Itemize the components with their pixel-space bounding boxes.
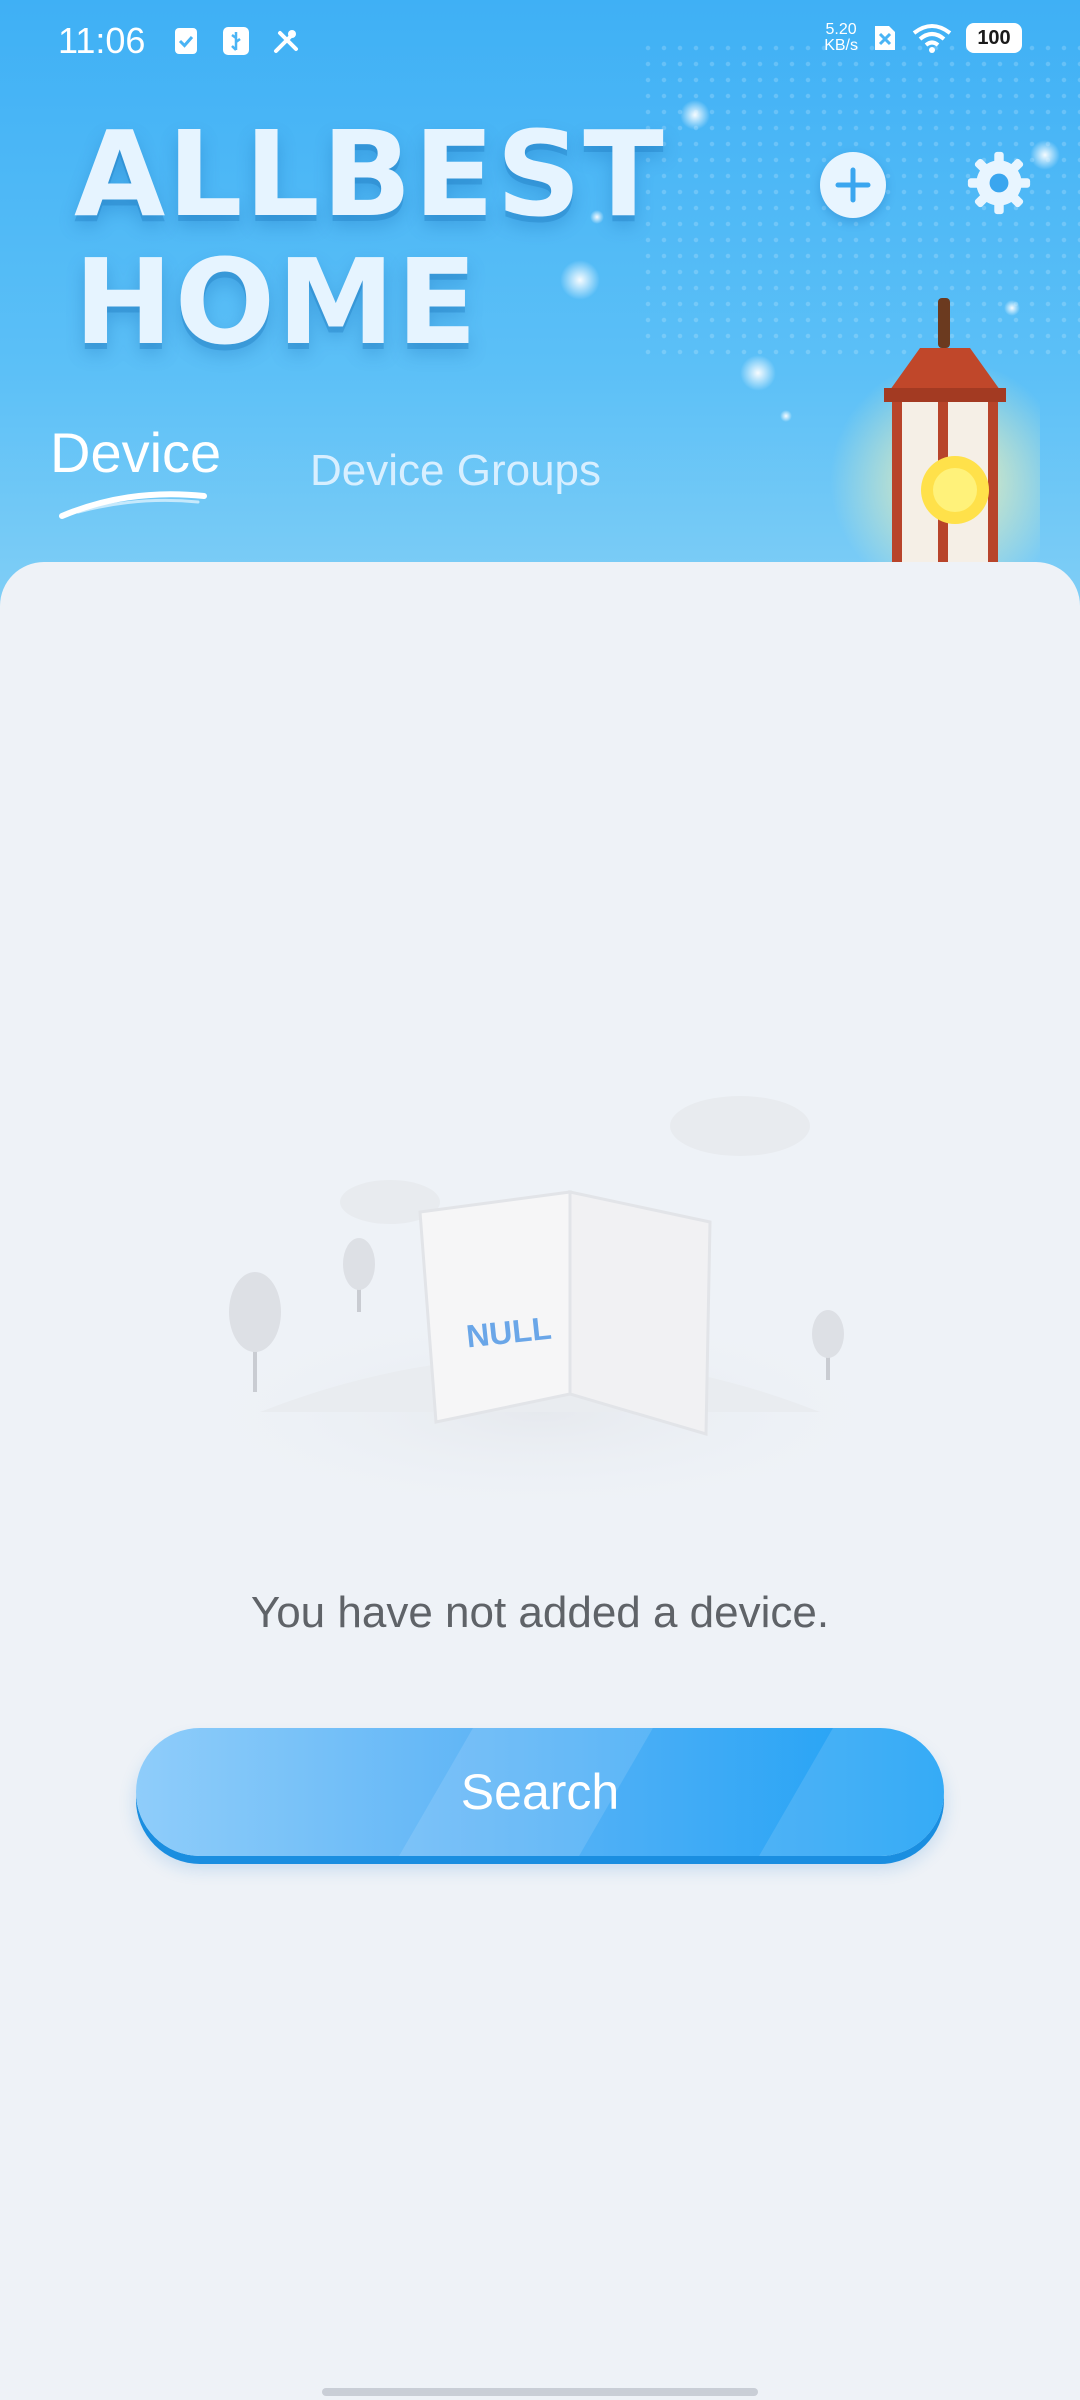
checklist-icon: [175, 28, 197, 54]
search-button-label: Search: [460, 1764, 620, 1820]
button-shine-decoration: [759, 1728, 944, 1856]
sparkle-decoration: [680, 100, 710, 130]
settings-button[interactable]: [966, 150, 1032, 216]
gear-icon: [967, 151, 1031, 215]
sim-off-icon: [875, 26, 895, 50]
empty-state-message: You have not added a device.: [250, 1588, 830, 1637]
network-speed: 5.20 KB/s: [824, 22, 858, 54]
network-speed-unit: KB/s: [824, 37, 858, 54]
tab-device-groups[interactable]: Device Groups: [310, 446, 601, 496]
status-icons-left: [170, 24, 302, 58]
sparkle-decoration: [740, 355, 776, 391]
app-title-line1: ALLBEST: [74, 105, 666, 243]
sparkle-decoration: [1030, 140, 1060, 170]
battery-icon: 100: [966, 23, 1022, 53]
add-device-button[interactable]: [820, 152, 886, 218]
content-panel: NULL You have not added a device. Search: [0, 562, 1080, 2400]
tab-active-underline: [59, 491, 207, 519]
status-time: 11:06: [58, 20, 146, 61]
status-icons-right: 5.20 KB/s 100: [824, 22, 1022, 54]
tools-icon: [274, 30, 298, 53]
empty-state-illustration: NULL: [160, 1096, 920, 1502]
tree-icon: [343, 1238, 375, 1312]
usb-debug-icon: [223, 27, 249, 55]
header-banner: 11:06 5.20 KB/s 100 ALLBEST HOME Device …: [0, 0, 1080, 620]
app-title: ALLBEST HOME: [74, 110, 666, 366]
plus-icon: [835, 167, 871, 203]
home-indicator[interactable]: [322, 2388, 758, 2396]
wifi-icon: [912, 24, 952, 53]
network-speed-value: 5.20: [825, 21, 857, 38]
search-button[interactable]: Search: [136, 1728, 944, 1856]
app-title-line2: HOME: [74, 233, 480, 371]
tab-device[interactable]: Device: [50, 420, 221, 485]
status-bar: 11:06 5.20 KB/s 100: [0, 0, 1080, 84]
